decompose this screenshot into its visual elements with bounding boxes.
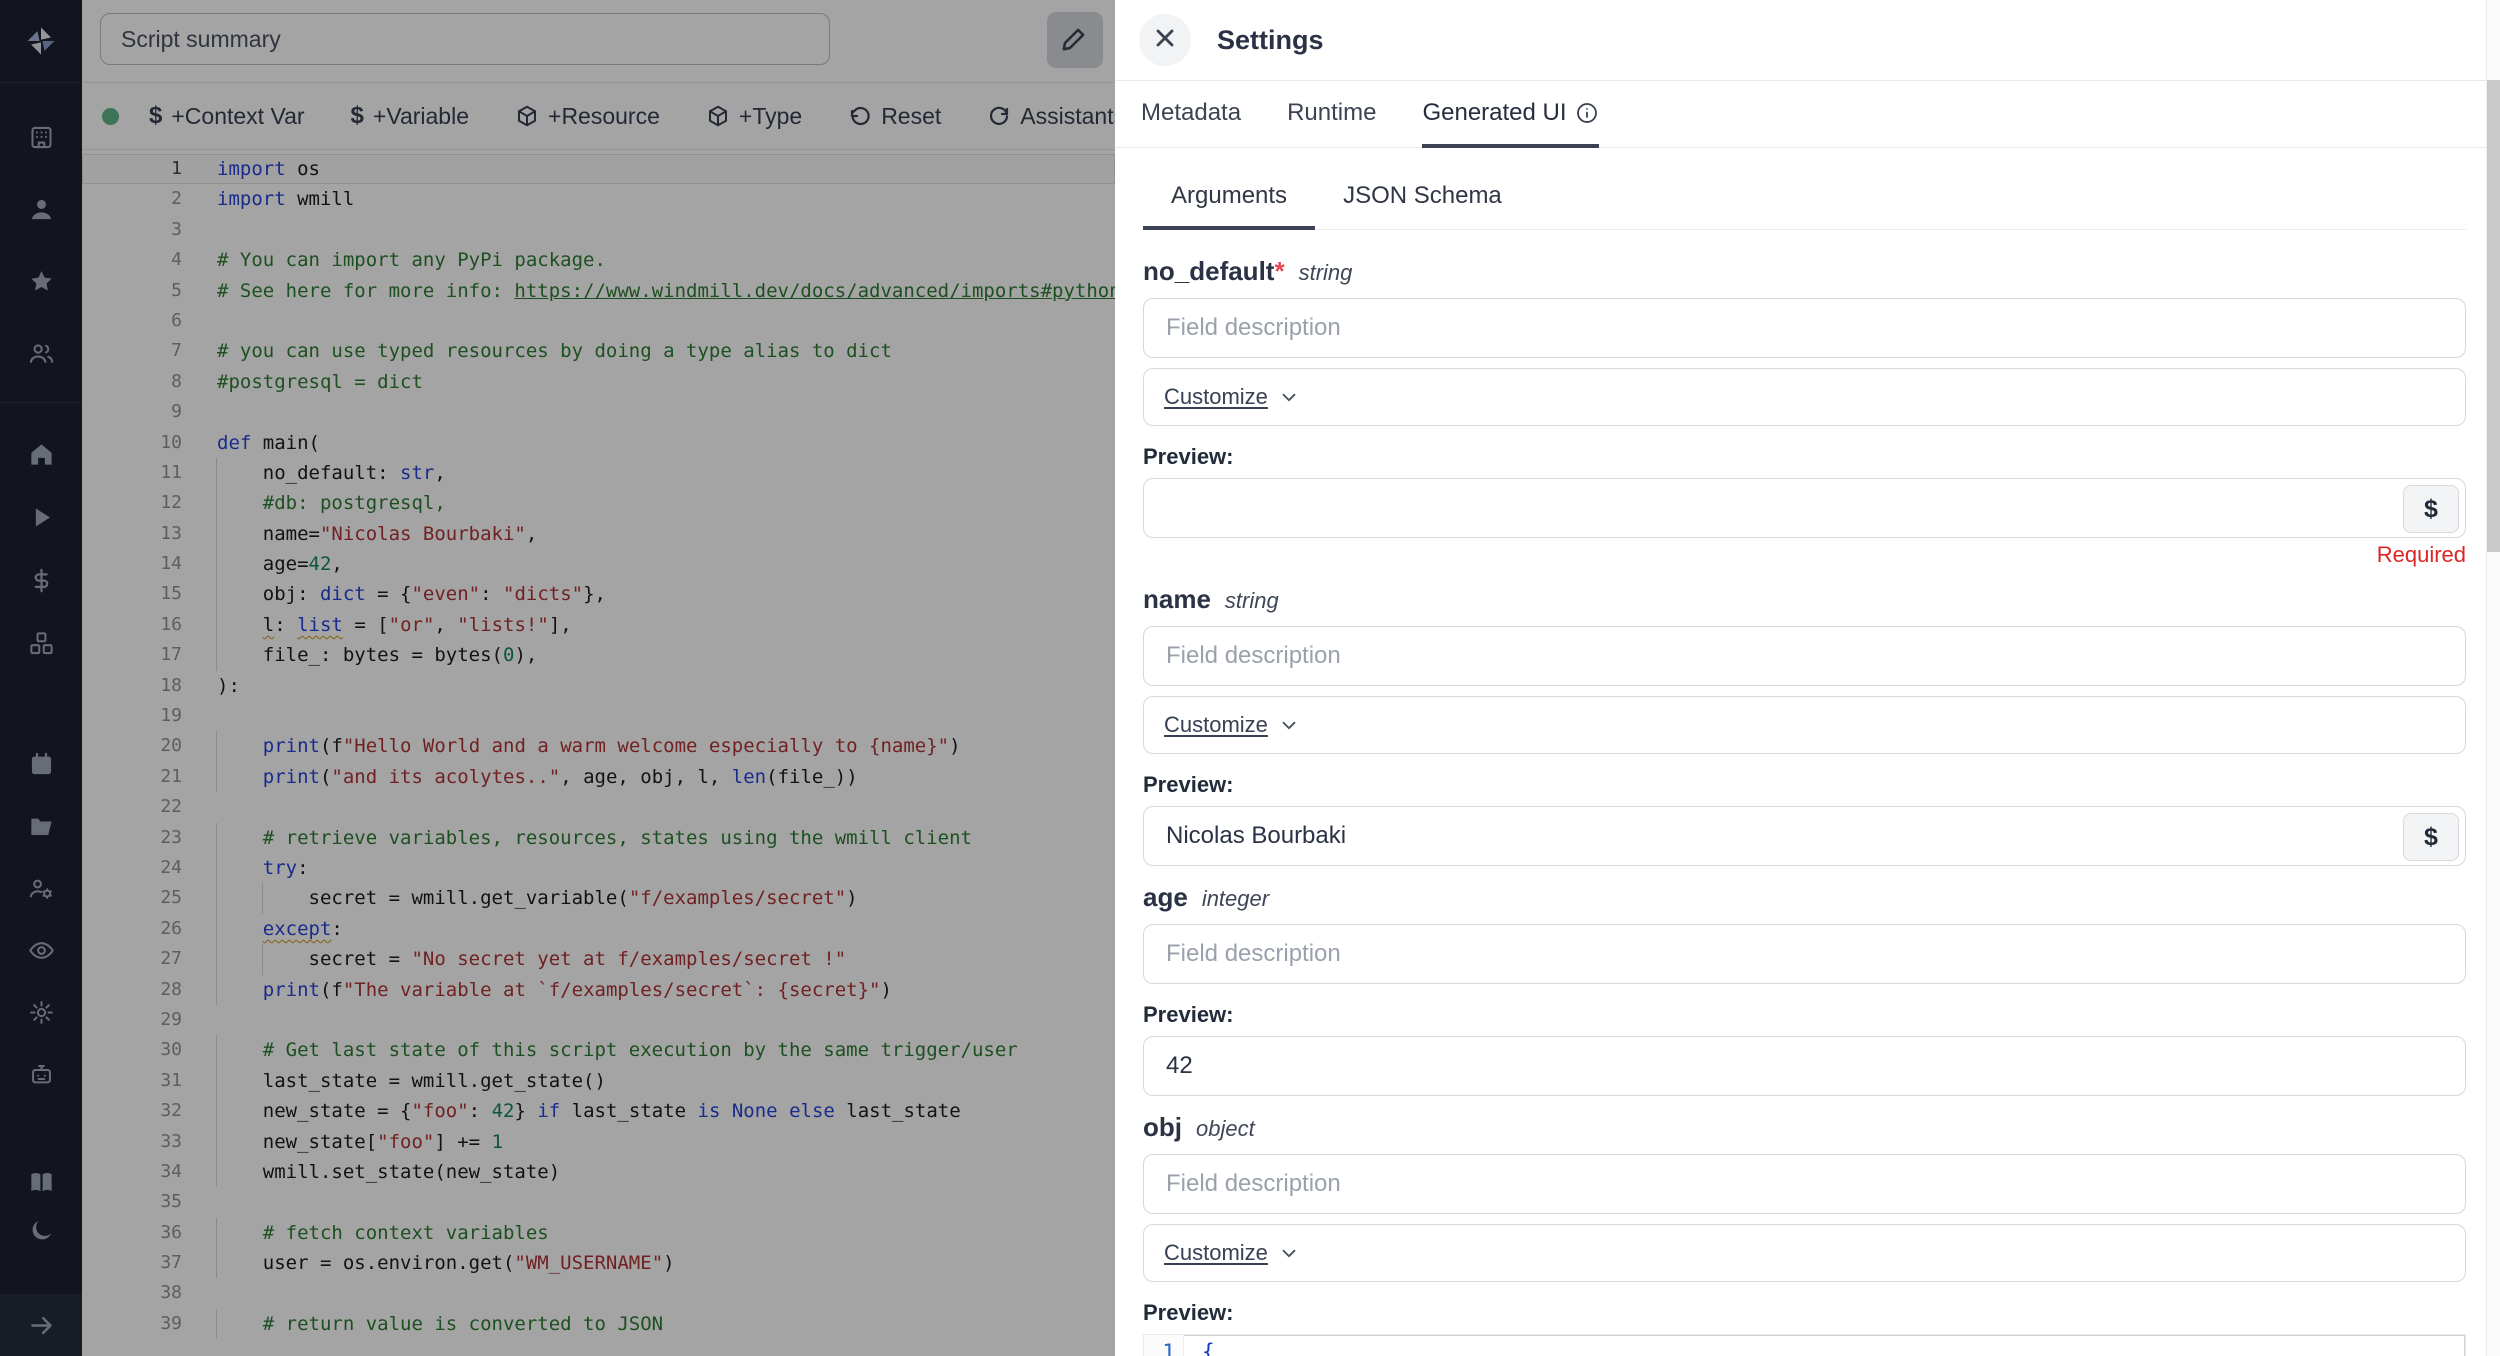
panel-scrollbar-thumb[interactable] <box>2487 80 2500 552</box>
settings-tabs: Metadata Runtime Generated UI <box>1115 80 2500 148</box>
field-name: obj <box>1143 1112 1182 1143</box>
chevron-down-icon <box>1278 714 1300 736</box>
preview-label: Preview: <box>1143 1300 2466 1326</box>
generated-ui-subtabs: ArgumentsJSON Schema <box>1143 174 2466 230</box>
field-name: age <box>1143 882 1188 913</box>
customize-label: Customize <box>1164 1240 1268 1266</box>
field-name: name string Customize Preview: $ <box>1143 584 2466 866</box>
chevron-down-icon <box>1278 1242 1300 1264</box>
tab-label: Runtime <box>1287 99 1376 127</box>
settings-title: Settings <box>1217 25 1324 56</box>
preview-input-no_default[interactable] <box>1143 478 2466 538</box>
tab-label: Metadata <box>1141 99 1241 127</box>
settings-header: Settings <box>1115 0 2500 80</box>
dollar-toggle-button[interactable]: $ <box>2403 813 2459 861</box>
field-description-input[interactable] <box>1143 626 2466 686</box>
field-name: no_default <box>1143 256 1274 287</box>
required-note: Required <box>1143 542 2466 568</box>
field-no_default: no_default* string Customize Preview: $ Requi… <box>1143 256 2466 568</box>
subtab-arguments[interactable]: Arguments <box>1143 174 1315 230</box>
preview-label: Preview: <box>1143 1002 2466 1028</box>
close-icon <box>1151 24 1179 57</box>
tab-runtime[interactable]: Runtime <box>1287 81 1376 148</box>
tab-metadata[interactable]: Metadata <box>1141 81 1241 148</box>
settings-drawer: Settings Metadata Runtime Generated UI Arg… <box>1115 0 2500 1356</box>
modal-overlay[interactable] <box>0 0 1115 1356</box>
close-button[interactable] <box>1139 14 1191 66</box>
chevron-down-icon <box>1278 386 1300 408</box>
field-description-input[interactable] <box>1143 298 2466 358</box>
field-obj: obj object Customize Preview: 1{2 "even": "d… <box>1143 1112 2466 1356</box>
panel-scrollbar-track[interactable] <box>2486 0 2500 1356</box>
subtab-json-schema[interactable]: JSON Schema <box>1315 174 1530 230</box>
info-icon[interactable] <box>1575 101 1599 125</box>
customize-toggle[interactable]: Customize <box>1143 1224 2466 1282</box>
json-line[interactable]: 1{ <box>1144 1335 2465 1356</box>
customize-label: Customize <box>1164 712 1268 738</box>
windmill-app: $+Context Var$+Variable+Resource+TypeRes… <box>0 0 2500 1356</box>
settings-content: ArgumentsJSON Schema no_default* string Cu… <box>1115 148 2500 1356</box>
customize-toggle[interactable]: Customize <box>1143 696 2466 754</box>
customize-label: Customize <box>1164 384 1268 410</box>
field-type: string <box>1225 588 1279 614</box>
field-age: age integer Preview: <box>1143 882 2466 1096</box>
required-asterisk: * <box>1274 256 1284 287</box>
json-preview-editor[interactable]: 1{2 "even": "dicts" <box>1143 1334 2466 1356</box>
tab-generated-ui[interactable]: Generated UI <box>1422 81 1598 148</box>
dollar-toggle-button[interactable]: $ <box>2403 485 2459 533</box>
preview-input-age[interactable] <box>1143 1036 2466 1096</box>
field-description-input[interactable] <box>1143 1154 2466 1214</box>
tab-label: Generated UI <box>1422 99 1566 127</box>
preview-label: Preview: <box>1143 772 2466 798</box>
field-type: integer <box>1202 886 1269 912</box>
preview-input-name[interactable] <box>1143 806 2466 866</box>
field-name: name <box>1143 584 1211 615</box>
field-description-input[interactable] <box>1143 924 2466 984</box>
preview-label: Preview: <box>1143 444 2466 470</box>
field-type: string <box>1299 260 1353 286</box>
customize-toggle[interactable]: Customize <box>1143 368 2466 426</box>
field-type: object <box>1196 1116 1255 1142</box>
